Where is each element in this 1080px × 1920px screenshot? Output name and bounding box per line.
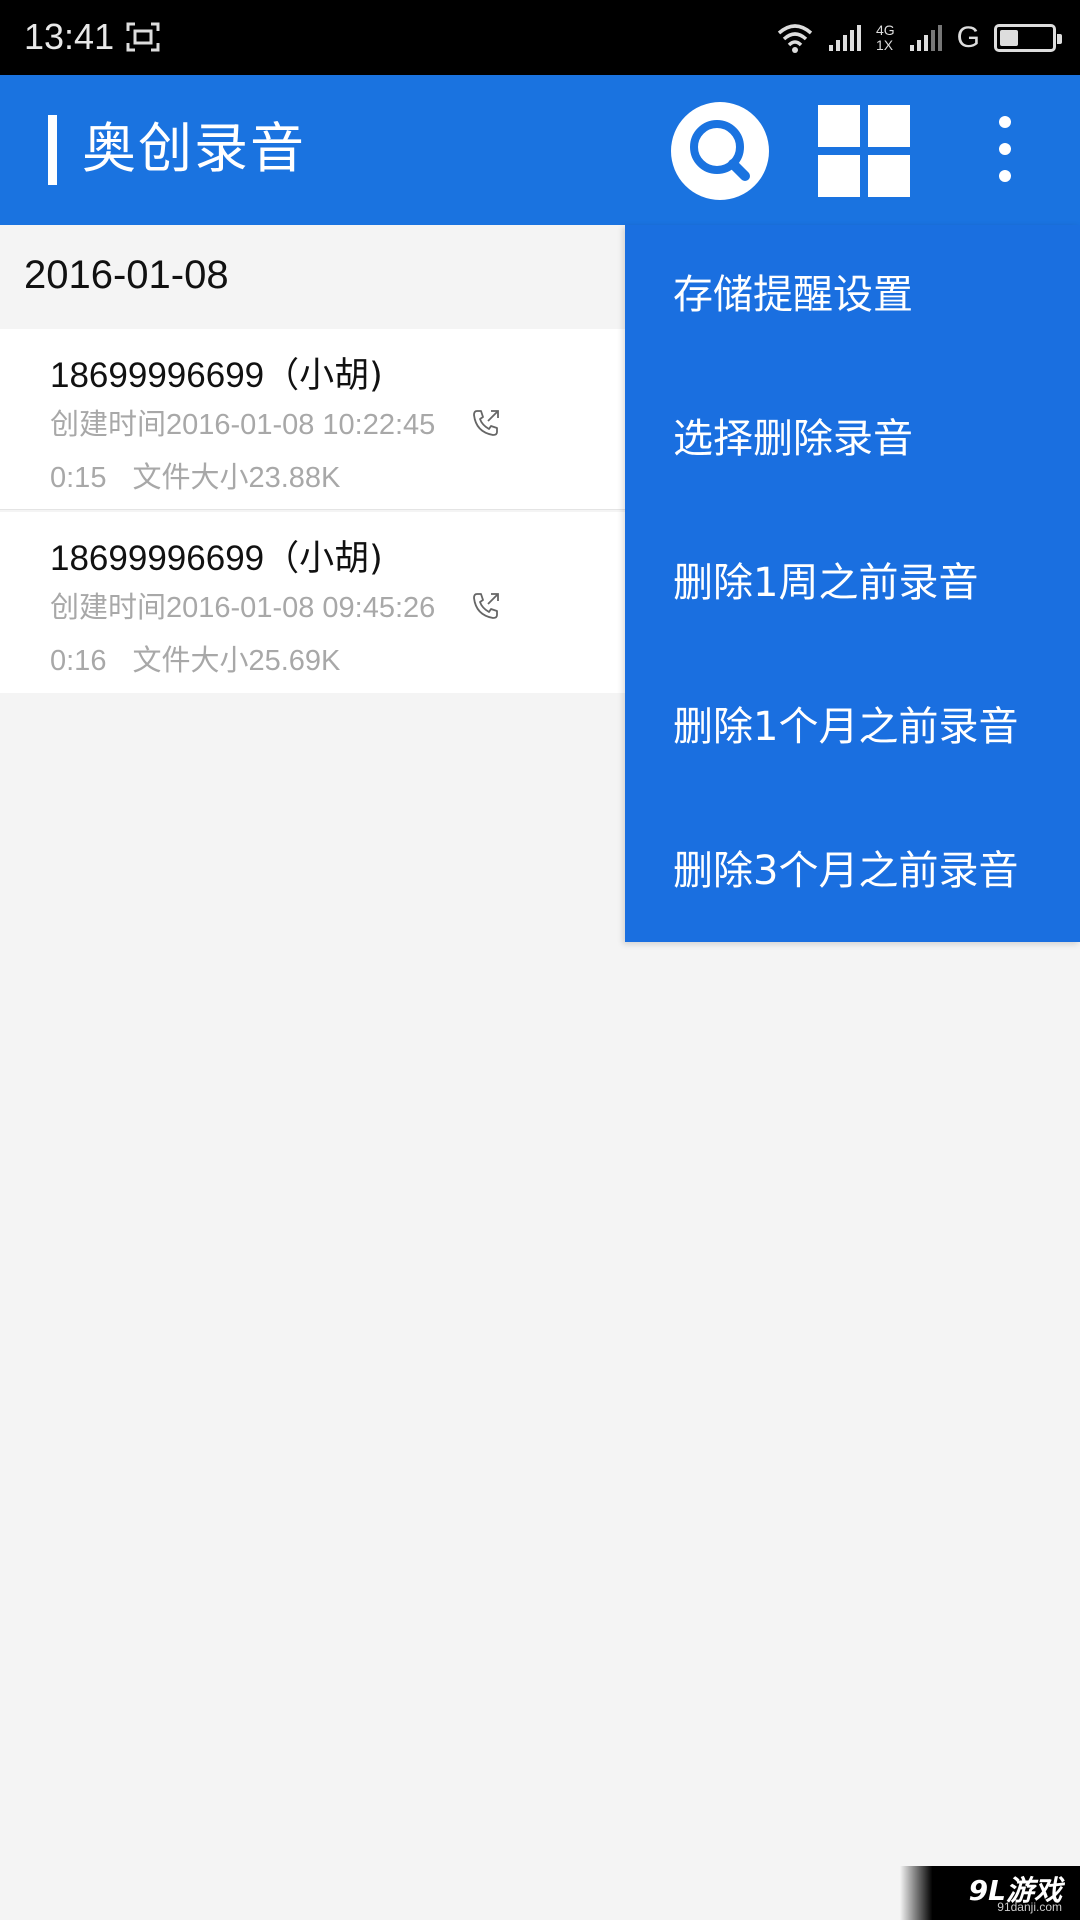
recording-item[interactable]: 18699996699（小胡) 创建时间2016-01-08 10:22:45 … bbox=[0, 329, 625, 510]
created-timestamp: 2016-01-08 10:22:45 bbox=[166, 409, 436, 441]
title-accent-bar bbox=[48, 115, 57, 185]
created-label: 创建时间 bbox=[50, 407, 167, 441]
duration: 0:15 bbox=[50, 462, 107, 494]
signal-icon bbox=[909, 25, 942, 51]
recording-meta: 0:15 文件大小23.88K bbox=[50, 454, 340, 496]
search-icon bbox=[690, 120, 750, 181]
network-g-label: G bbox=[956, 21, 980, 54]
created-timestamp: 2016-01-08 09:45:26 bbox=[166, 592, 436, 624]
date-header: 2016-01-08 bbox=[0, 225, 625, 329]
phone-number: 18699996699 bbox=[50, 356, 265, 395]
wifi-icon bbox=[777, 24, 813, 53]
recording-title: 18699996699（小胡) bbox=[50, 347, 383, 398]
network-type: 4G 1X bbox=[875, 22, 895, 53]
duration: 0:16 bbox=[50, 645, 107, 677]
size-label: 文件大小 bbox=[132, 643, 249, 677]
app-title: 奥创录音 bbox=[82, 117, 306, 180]
app-bar: 奥创录音 bbox=[0, 75, 1080, 225]
created-time: 创建时间2016-01-08 10:22:45 bbox=[50, 401, 435, 443]
size-label: 文件大小 bbox=[132, 460, 249, 494]
menu-item-delete-3-months[interactable]: 删除3个月之前录音 bbox=[625, 801, 1080, 945]
phone-number: 18699996699 bbox=[50, 539, 265, 578]
watermark-url: 91danji.com bbox=[997, 1900, 1062, 1914]
search-button[interactable] bbox=[671, 102, 769, 200]
watermark: 9L游戏 91danji.com bbox=[900, 1866, 1080, 1920]
recording-item[interactable]: 18699996699（小胡) 创建时间2016-01-08 09:45:26 … bbox=[0, 512, 625, 693]
battery-level bbox=[1000, 30, 1018, 46]
outgoing-call-icon bbox=[473, 410, 499, 436]
battery-icon bbox=[994, 24, 1062, 52]
file-size: 25.69K bbox=[248, 645, 341, 677]
created-label: 创建时间 bbox=[50, 590, 167, 624]
status-time: 13:41 bbox=[24, 16, 115, 57]
status-icons: 4G 1X G bbox=[776, 18, 1062, 58]
recording-title: 18699996699（小胡) bbox=[50, 530, 383, 581]
menu-item-select-delete[interactable]: 选择删除录音 bbox=[625, 369, 1080, 513]
divider bbox=[0, 509, 625, 510]
menu-item-storage-reminder[interactable]: 存储提醒设置 bbox=[625, 225, 1080, 369]
date-header-label: 2016-01-08 bbox=[24, 253, 229, 297]
recording-meta: 0:16 文件大小25.69K bbox=[50, 637, 340, 679]
menu-item-delete-1-month[interactable]: 删除1个月之前录音 bbox=[625, 657, 1080, 801]
menu-item-label: 删除1个月之前录音 bbox=[673, 704, 1019, 750]
menu-item-label: 选择删除录音 bbox=[673, 416, 913, 462]
battery-nub bbox=[1057, 34, 1062, 44]
file-size: 23.88K bbox=[248, 462, 341, 494]
options-menu: 存储提醒设置 选择删除录音 删除1周之前录音 删除1个月之前录音 删除3个月之前… bbox=[625, 225, 1080, 942]
menu-item-label: 删除3个月之前录音 bbox=[673, 848, 1019, 894]
signal-icon bbox=[828, 25, 861, 51]
screenshot-icon bbox=[126, 22, 160, 52]
more-options-button[interactable] bbox=[990, 110, 1020, 190]
outgoing-call-icon bbox=[473, 593, 499, 619]
menu-item-delete-1-week[interactable]: 删除1周之前录音 bbox=[625, 513, 1080, 657]
created-time: 创建时间2016-01-08 09:45:26 bbox=[50, 584, 435, 626]
grid-view-button[interactable] bbox=[818, 105, 910, 197]
status-bar: 13:41 4G 1X G bbox=[0, 0, 1080, 75]
menu-item-label: 删除1周之前录音 bbox=[673, 560, 979, 606]
menu-item-label: 存储提醒设置 bbox=[673, 272, 913, 318]
contact-name: （小胡) bbox=[264, 539, 383, 579]
contact-name: （小胡) bbox=[264, 356, 383, 396]
